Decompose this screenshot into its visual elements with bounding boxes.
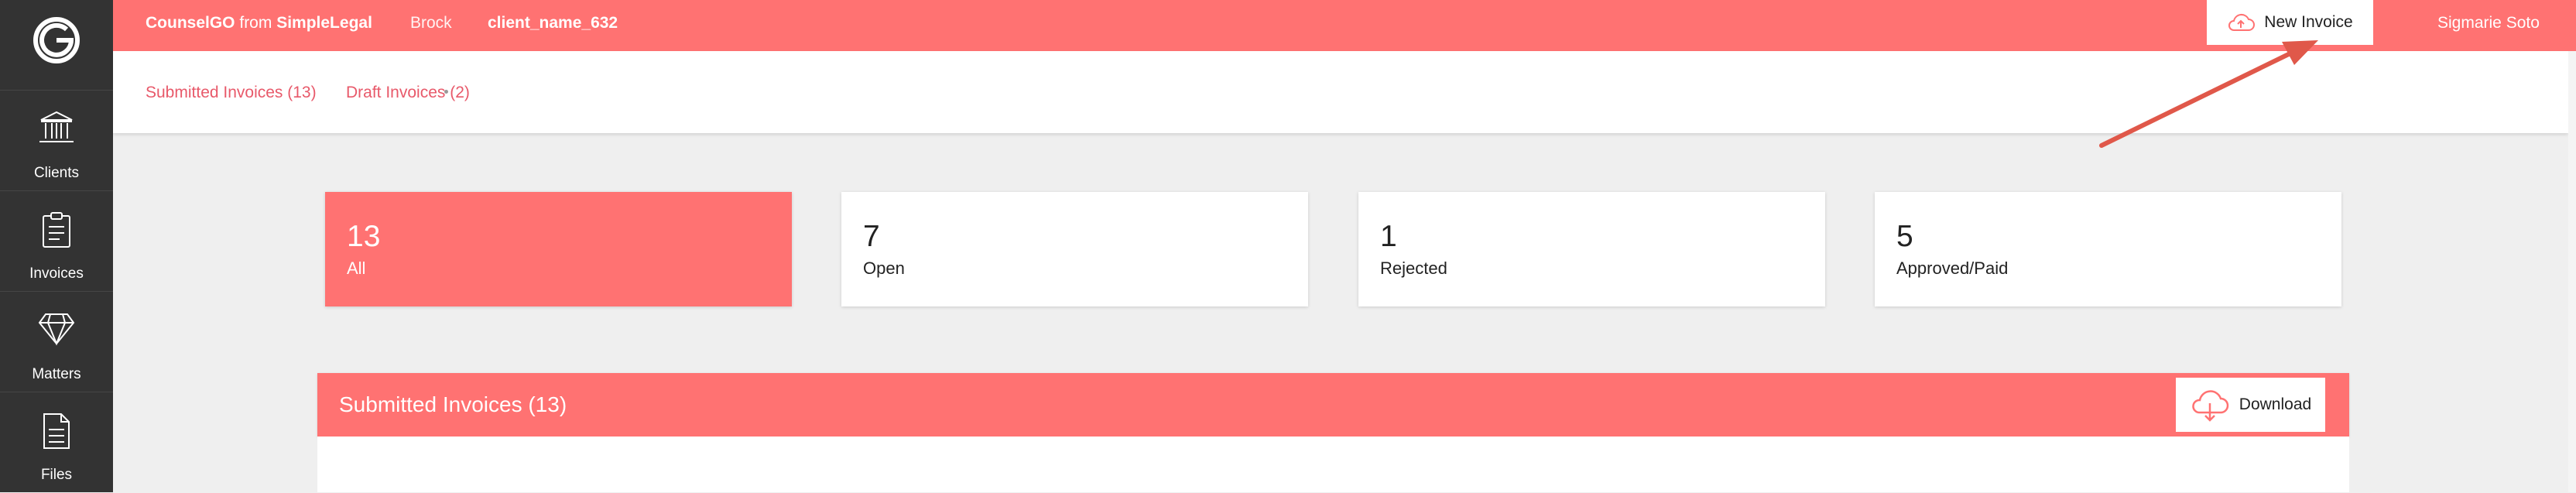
- sidebar-item-invoices[interactable]: Invoices: [0, 190, 113, 292]
- sidebar-item-clients[interactable]: Clients: [0, 90, 113, 191]
- user-menu[interactable]: Sigmarie Soto Alfonzo: [2437, 0, 2576, 78]
- cloud-download-icon: [2192, 390, 2229, 422]
- stat-count: 13: [347, 220, 381, 253]
- stat-label: Open: [863, 258, 905, 278]
- sidebar-item-label: Clients: [33, 165, 80, 181]
- file-icon: [43, 413, 70, 449]
- invoice-tabs-bar: Submitted Invoices (13) Draft Invoices (…: [113, 51, 2568, 133]
- new-invoice-button[interactable]: New Invoice: [2207, 0, 2373, 45]
- sidebar-item-label: Files: [40, 467, 73, 483]
- download-label: Download: [2239, 395, 2312, 413]
- stat-card-rejected[interactable]: 1 Rejected: [1358, 192, 1825, 306]
- sidebar-item-matters[interactable]: Matters: [0, 291, 113, 392]
- sidebar-item-label: Matters: [32, 366, 81, 382]
- brand-name: CounselGO: [146, 14, 235, 32]
- tab-draft-invoices[interactable]: Draft Invoices (2): [346, 51, 470, 133]
- scrollbar[interactable]: [2568, 51, 2576, 492]
- submitted-invoices-panel-body: [317, 437, 2349, 492]
- stat-label: Rejected: [1380, 258, 1447, 278]
- logo[interactable]: [0, 0, 113, 80]
- brand-from: from: [239, 14, 272, 32]
- sidebar-item-files[interactable]: Files: [0, 392, 113, 493]
- top-header: CounselGO from SimpleLegal Brock client_…: [113, 0, 2576, 78]
- submitted-invoices-panel-header: Submitted Invoices (13) Download: [317, 373, 2349, 437]
- stat-label: Approved/Paid: [1896, 258, 2009, 278]
- panel-title: Submitted Invoices (13): [339, 392, 567, 416]
- bank-icon: [39, 111, 74, 142]
- download-button[interactable]: Download: [2176, 378, 2325, 432]
- brand-company: SimpleLegal: [276, 14, 372, 32]
- clipboard-icon: [43, 212, 70, 248]
- cloud-upload-icon: [2228, 13, 2256, 31]
- counselgo-logo-icon: [33, 17, 80, 63]
- stat-card-open[interactable]: 7 Open: [841, 192, 1308, 306]
- sidebar-item-label: Invoices: [29, 265, 84, 282]
- stat-card-all[interactable]: 13 All: [325, 192, 792, 306]
- stat-label: All: [347, 258, 366, 278]
- sidebar: Clients Invoices Matters Files: [0, 0, 113, 492]
- brand[interactable]: CounselGO from SimpleLegal: [146, 0, 372, 51]
- new-invoice-label: New Invoice: [2264, 13, 2353, 31]
- client-name[interactable]: client_name_632: [488, 0, 618, 51]
- stat-count: 1: [1380, 220, 1397, 253]
- stat-card-approved-paid[interactable]: 5 Approved/Paid: [1875, 192, 2341, 306]
- firm-link[interactable]: Brock: [410, 0, 452, 51]
- stat-count: 5: [1896, 220, 1913, 253]
- diamond-icon: [38, 313, 75, 346]
- tab-submitted-invoices[interactable]: Submitted Invoices (13): [146, 51, 317, 133]
- stat-count: 7: [863, 220, 880, 253]
